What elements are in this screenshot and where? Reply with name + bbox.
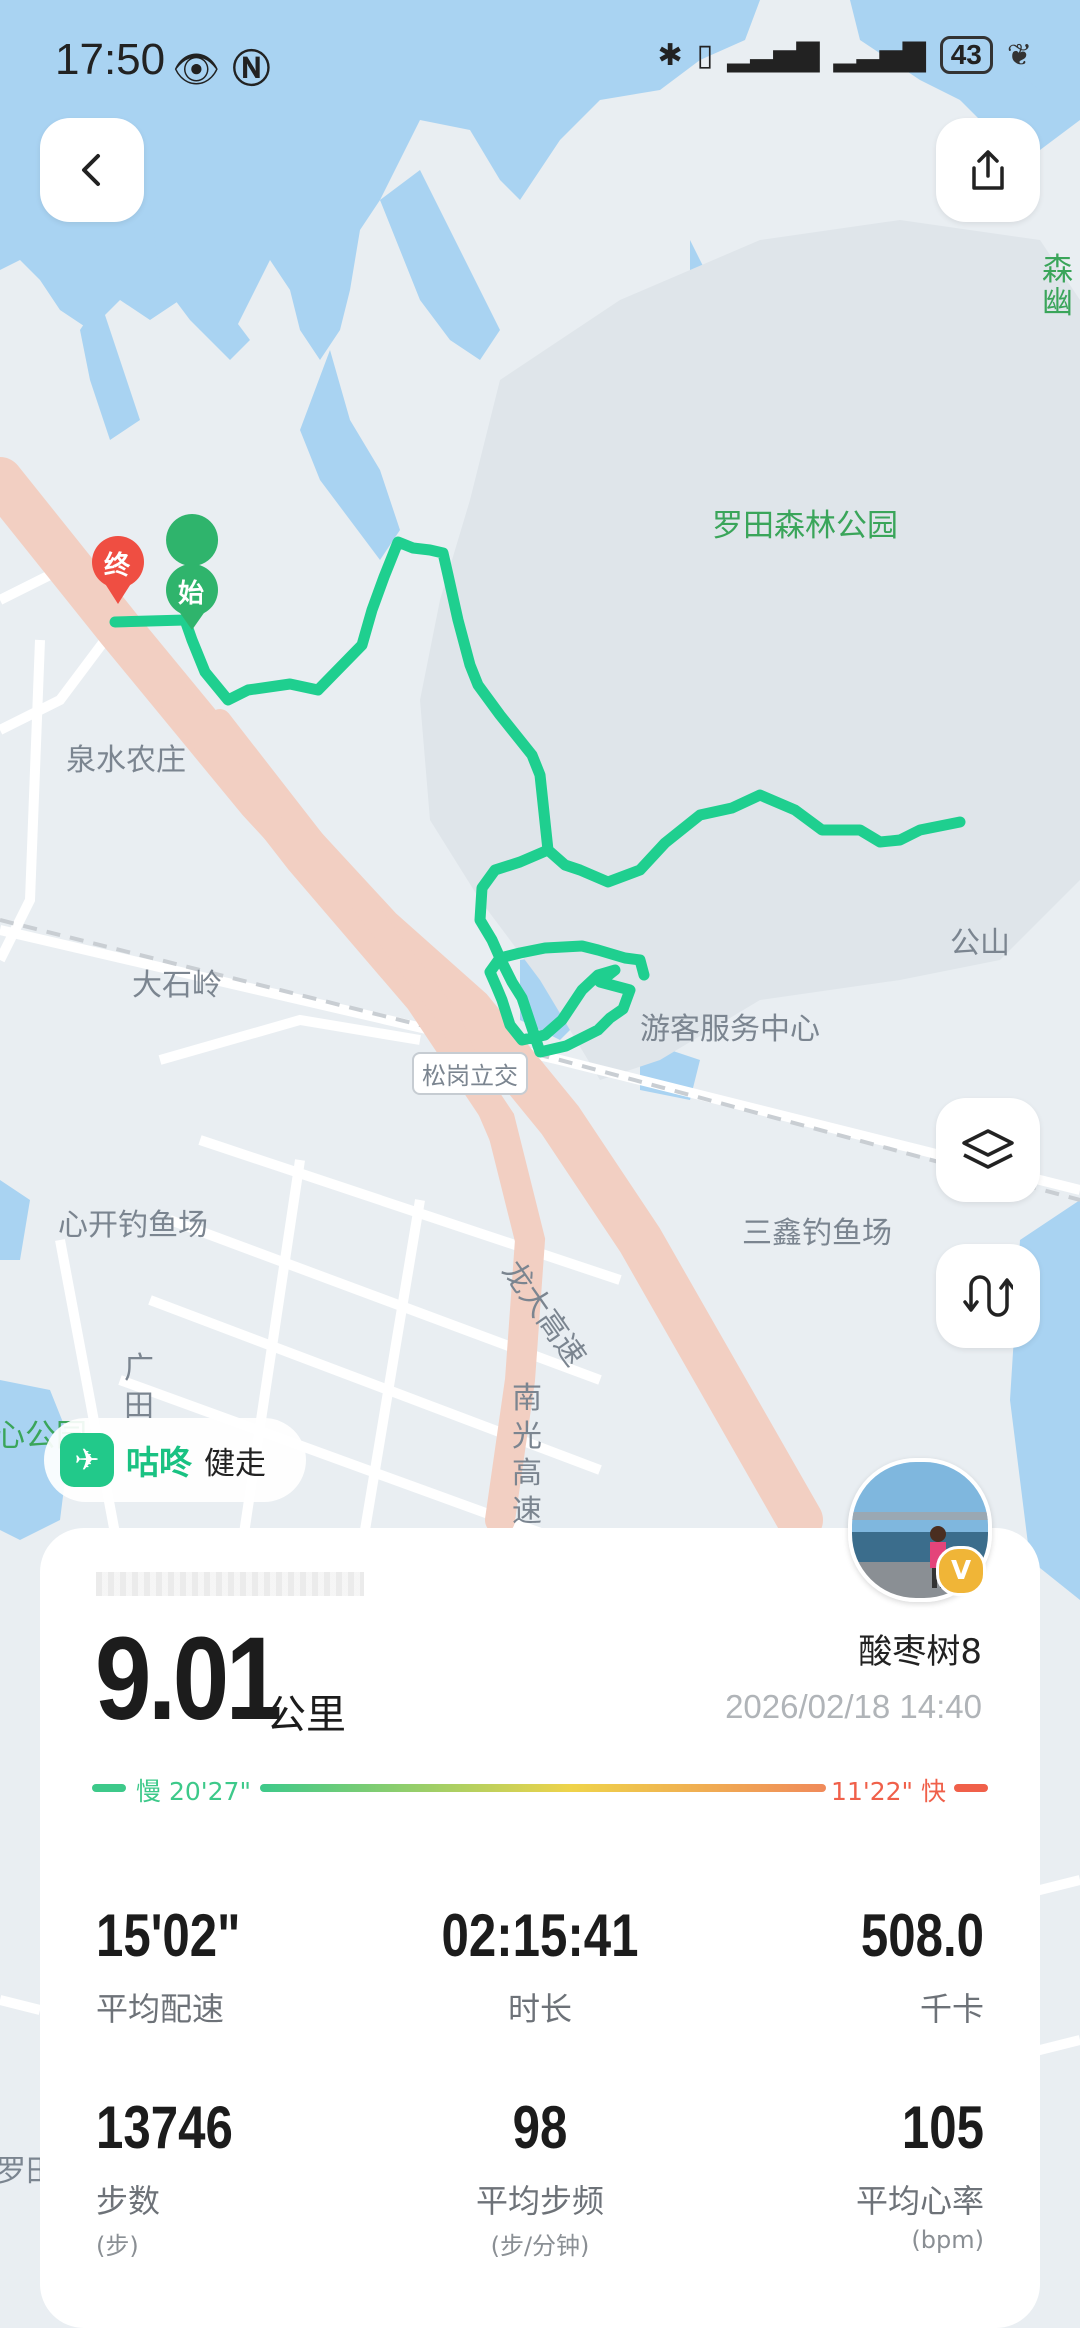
pace-slow-label: 慢 20'27" bbox=[136, 1777, 251, 1806]
pace-gradient bbox=[260, 1784, 826, 1792]
status-time: 17:50 bbox=[55, 35, 166, 84]
map-label-songgang: 松岗立交 bbox=[412, 1052, 528, 1095]
pace-fast-label: 11'22" 快 bbox=[831, 1777, 946, 1806]
stat-calories: 508.0 千卡 bbox=[860, 1902, 984, 2029]
stat-heart-rate: 105 平均心率 (bpm) bbox=[855, 2094, 984, 2255]
stat-steps: 13746 步数 (步) bbox=[96, 2094, 233, 2261]
distance-value: 9.01 bbox=[95, 1613, 282, 1745]
map-label-gongshan: 公山 bbox=[950, 926, 1010, 961]
map-label-visitor-center: 游客服务中心 bbox=[640, 1012, 820, 1047]
map-label-park-edge: 森 幽 bbox=[1042, 252, 1073, 321]
verified-badge: V bbox=[936, 1546, 986, 1596]
stat-cadence: 98 平均步频 (步/分钟) bbox=[475, 2094, 604, 2261]
map-label-guangtian: 广田 bbox=[124, 1351, 154, 1424]
pace-fast-dot bbox=[954, 1784, 988, 1792]
stat-duration: 02:15:41 时长 bbox=[441, 1902, 639, 2029]
eye-icon: 👁 bbox=[172, 47, 221, 91]
layers-icon bbox=[962, 1129, 1014, 1169]
map-label-xinkai: 心开钓鱼场 bbox=[58, 1208, 208, 1243]
workout-datetime: 2026/02/18 14:40 bbox=[725, 1688, 982, 1725]
bluetooth-icon: ✱ bbox=[657, 37, 683, 73]
pace-range-bar: 慢 20'27" 11'22" 快 bbox=[92, 1772, 988, 1806]
share-button[interactable] bbox=[936, 118, 1040, 222]
vibrate-icon: ▯ bbox=[696, 37, 714, 73]
leaf-icon: ❦ bbox=[1006, 37, 1032, 73]
end-marker-label: 终 bbox=[104, 551, 131, 581]
gudong-logo-icon: ✈ bbox=[60, 1433, 114, 1487]
watermark-mode: 健走 bbox=[204, 1445, 266, 1482]
watermark-brand: 咕咚 bbox=[126, 1443, 192, 1482]
distance-unit: 公里 bbox=[266, 1692, 346, 1738]
battery-indicator: 43 bbox=[939, 36, 993, 74]
map-layers-button[interactable] bbox=[936, 1098, 1040, 1202]
map-label-quanshui: 泉水农庄 bbox=[66, 743, 186, 778]
map-label-sanxin: 三鑫钓鱼场 bbox=[742, 1216, 892, 1251]
map-label-park: 罗田森林公园 bbox=[712, 508, 898, 544]
nfc-icon: Ⓝ bbox=[232, 47, 271, 91]
route-curve-icon bbox=[963, 1275, 1013, 1317]
pace-slow-dot bbox=[92, 1784, 126, 1792]
stat-avg-pace: 15'02" 平均配速 bbox=[96, 1902, 241, 2029]
app-watermark: ✈ 咕咚 健走 bbox=[44, 1418, 306, 1502]
blurred-text bbox=[96, 1572, 364, 1596]
username: 酸枣树8 bbox=[858, 1632, 982, 1672]
signal-icon-1: ▂▃▅▇ bbox=[727, 37, 820, 73]
map-label-dashiling: 大石岭 bbox=[132, 968, 222, 1003]
start-marker-label: 始 bbox=[178, 579, 205, 609]
chevron-left-icon bbox=[82, 154, 100, 186]
map-label-nanguang: 南光高速 bbox=[512, 1381, 542, 1529]
share-icon bbox=[972, 150, 1004, 190]
route-toggle-button[interactable] bbox=[936, 1244, 1040, 1348]
back-button[interactable] bbox=[40, 118, 144, 222]
signal-icon-2: ▂▃▅▇ bbox=[833, 37, 926, 73]
status-bar: 17:50 👁 Ⓝ ✱ ▯ ▂▃▅▇ ▂▃▅▇ 43 ❦ bbox=[0, 0, 1080, 120]
